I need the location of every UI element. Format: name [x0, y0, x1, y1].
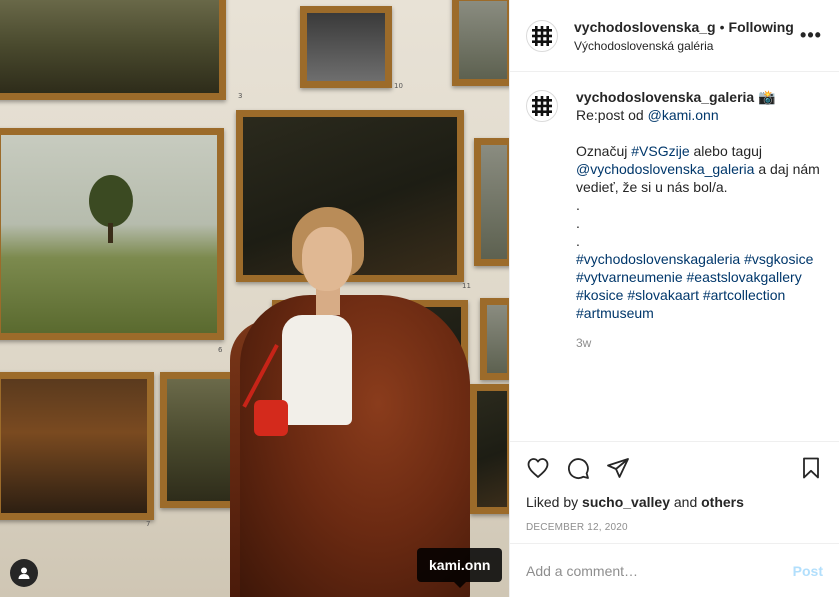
- avatar[interactable]: [526, 90, 558, 122]
- caption-username[interactable]: vychodoslovenska_galeria: [576, 89, 754, 105]
- instagram-post: 3 10 6 11 7 kami.onn vychodoslovenska_g …: [0, 0, 839, 597]
- post-comment-button[interactable]: Post: [793, 563, 823, 579]
- likes-summary: Liked by sucho_valley and others: [526, 494, 823, 510]
- painting-frame: [0, 372, 154, 520]
- likes-text: and: [669, 494, 702, 510]
- following-button[interactable]: Following: [729, 19, 794, 35]
- mention-link[interactable]: @kami.onn: [648, 107, 719, 123]
- user-icon: [18, 567, 30, 579]
- painting-frame: [0, 0, 226, 100]
- hashtag-link[interactable]: #kosice: [576, 287, 623, 303]
- painting-frame: [474, 138, 509, 266]
- landscape-painting: [0, 128, 224, 340]
- add-comment-bar: Post: [510, 543, 839, 597]
- post-side-panel: vychodoslovenska_g • Following Východoslov…: [509, 0, 839, 597]
- hashtag-link[interactable]: #VSGzije: [631, 143, 689, 159]
- camera-emoji: 📸: [758, 89, 776, 105]
- red-bag: [254, 400, 288, 436]
- share-icon[interactable]: [606, 456, 630, 480]
- caption-dot: .: [576, 233, 580, 249]
- caption-text: Označuj: [576, 143, 632, 159]
- caption-text: Re:post od: [576, 107, 648, 123]
- gallery-logo-icon: [532, 96, 552, 116]
- user-tag-label[interactable]: kami.onn: [417, 548, 503, 588]
- person-in-fur-coat: [220, 205, 470, 597]
- post-actions: Liked by sucho_valley and others DECEMBE…: [510, 441, 839, 543]
- header-separator: •: [719, 18, 725, 35]
- frame-number: 10: [394, 82, 403, 90]
- painting-frame: [452, 0, 509, 86]
- likes-text: Liked by: [526, 494, 583, 510]
- caption-comment: vychodoslovenska_galeria 📸 Re:post od @k…: [526, 88, 823, 352]
- heart-icon[interactable]: [526, 456, 550, 480]
- hashtag-list: #vychodoslovenskagaleria #vsgkosice #vyt…: [576, 250, 823, 322]
- post-date[interactable]: DECEMBER 12, 2020: [526, 522, 823, 533]
- header-username[interactable]: vychodoslovenska_g: [574, 19, 716, 35]
- painting-frame: [300, 6, 392, 88]
- hashtag-link[interactable]: #vytvarneumenie: [576, 269, 683, 285]
- mention-link[interactable]: @vychodoslovenska_galeria: [576, 161, 754, 177]
- tagged-users-button[interactable]: [10, 559, 38, 587]
- frame-number: 3: [238, 92, 243, 100]
- post-photo[interactable]: 3 10 6 11 7 kami.onn: [0, 0, 509, 597]
- more-options-icon[interactable]: •••: [799, 24, 823, 48]
- bookmark-icon[interactable]: [799, 456, 823, 480]
- hashtag-link[interactable]: #eastslovakgallery: [687, 269, 802, 285]
- caption-paragraph: Označuj #VSGzije alebo taguj @vychodoslo…: [576, 142, 823, 196]
- caption-first-line: vychodoslovenska_galeria 📸 Re:post od @k…: [576, 88, 823, 124]
- avatar[interactable]: [526, 19, 558, 52]
- liked-by-others-link[interactable]: others: [701, 494, 744, 510]
- liked-by-user-link[interactable]: sucho_valley: [582, 494, 670, 510]
- post-header: vychodoslovenska_g • Following Východoslov…: [510, 0, 839, 72]
- gallery-logo-icon: [532, 25, 552, 46]
- frame-number: 7: [146, 520, 151, 528]
- hashtag-link[interactable]: #vychodoslovenskagaleria: [576, 251, 740, 267]
- caption-dot: .: [576, 197, 580, 213]
- painting-frame: [470, 384, 509, 514]
- caption-area: vychodoslovenska_galeria 📸 Re:post od @k…: [510, 72, 839, 441]
- comment-icon[interactable]: [566, 456, 590, 480]
- location-link[interactable]: Východoslovenská galéria: [574, 39, 799, 53]
- hashtag-link[interactable]: #artcollection: [703, 287, 786, 303]
- hashtag-link[interactable]: #slovakaart: [627, 287, 699, 303]
- painting-frame: [480, 298, 509, 380]
- hashtag-link[interactable]: #vsgkosice: [744, 251, 813, 267]
- comment-input[interactable]: [526, 562, 793, 579]
- caption-text: alebo taguj: [689, 143, 763, 159]
- hashtag-link[interactable]: #artmuseum: [576, 305, 654, 321]
- caption-timestamp[interactable]: 3w: [576, 334, 823, 352]
- caption-dot: .: [576, 215, 580, 231]
